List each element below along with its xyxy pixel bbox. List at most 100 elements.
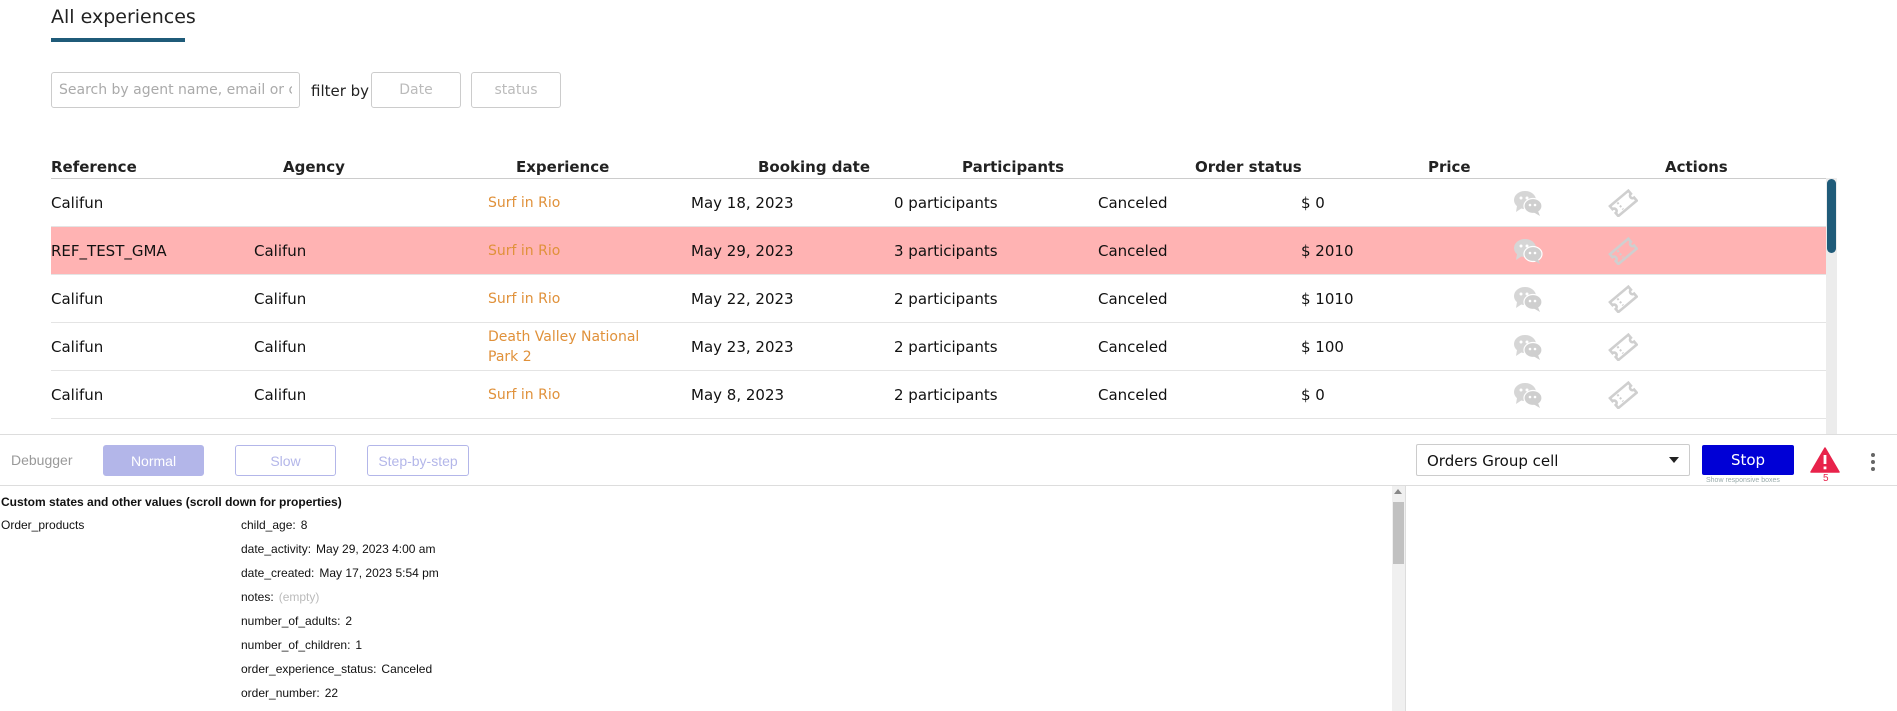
table-row[interactable]: REF_TEST_GMA Califun Surf in Rio May 29,… <box>51 227 1827 275</box>
property-row: number_of_adults: 2 <box>241 614 352 628</box>
step-by-step-button[interactable]: Step-by-step <box>367 445 469 476</box>
table-row[interactable]: Califun Califun Surf in Rio May 22, 2023… <box>51 275 1827 323</box>
booking-date-cell: May 18, 2023 <box>691 193 794 212</box>
property-value: 2 <box>345 614 353 628</box>
stop-button[interactable]: Stop <box>1702 445 1794 475</box>
status-filter-button[interactable]: status <box>471 72 561 108</box>
title-underline <box>51 38 185 42</box>
property-row: order_number: 22 <box>241 686 338 700</box>
reference-cell: Califun <box>51 337 104 356</box>
property-row: date_activity: May 29, 2023 4:00 am <box>241 542 435 556</box>
reference-cell: Califun <box>51 193 104 212</box>
participants-cell: 2 participants <box>894 289 998 308</box>
show-responsive-boxes-link[interactable]: Show responsive boxes <box>1706 477 1780 484</box>
agency-cell <box>254 179 454 226</box>
main-app: All experiences filter by Date status Re… <box>0 0 1897 434</box>
slow-mode-button[interactable]: Slow <box>235 445 336 476</box>
warning-icon[interactable] <box>1810 447 1840 473</box>
page-title: All experiences <box>51 6 196 28</box>
column-header-agency[interactable]: Agency <box>283 158 345 176</box>
filter-label: filter by <box>311 82 370 100</box>
column-header-participants[interactable]: Participants <box>962 158 1064 176</box>
chat-bubbles-icon[interactable] <box>1513 333 1543 361</box>
property-key: date_created: <box>241 566 315 580</box>
table-row[interactable]: Califun Califun Surf in Rio May 8, 2023 … <box>51 371 1827 419</box>
property-key: order_experience_status: <box>241 662 377 676</box>
property-key: child_age: <box>241 518 296 532</box>
property-value: 22 <box>324 686 339 700</box>
normal-mode-button[interactable]: Normal <box>103 445 204 476</box>
column-header-reference[interactable]: Reference <box>51 158 137 176</box>
property-key: date_activity: <box>241 542 312 556</box>
debugger-inspector-panel: Custom states and other values (scroll d… <box>0 486 1405 711</box>
experience-link[interactable]: Surf in Rio <box>488 179 648 226</box>
experience-link[interactable]: Surf in Rio <box>488 227 648 274</box>
status-cell: Canceled <box>1098 385 1168 404</box>
chat-bubbles-icon[interactable] <box>1513 237 1543 265</box>
experience-link[interactable]: Surf in Rio <box>488 275 648 322</box>
reference-cell: REF_TEST_GMA <box>51 241 167 260</box>
reference-cell: Califun <box>51 289 104 308</box>
property-row: order_experience_status: Canceled <box>241 662 432 676</box>
experience-link[interactable]: Surf in Rio <box>488 371 648 418</box>
property-row: date_created: May 17, 2023 5:54 pm <box>241 566 439 580</box>
status-cell: Canceled <box>1098 337 1168 356</box>
inspector-group-name: Order_products <box>1 518 85 532</box>
search-input[interactable] <box>51 72 300 108</box>
chevron-down-icon <box>1669 457 1679 463</box>
price-cell: $ 2010 <box>1301 241 1354 260</box>
table-row[interactable]: Califun Califun Death Valley National Pa… <box>51 323 1827 371</box>
chat-bubbles-icon[interactable] <box>1513 285 1543 313</box>
chat-bubbles-icon[interactable] <box>1513 381 1543 409</box>
price-cell: $ 100 <box>1301 337 1344 356</box>
ticket-icon[interactable] <box>1608 285 1638 313</box>
ticket-icon[interactable] <box>1608 333 1638 361</box>
inspector-scrollbar-thumb[interactable] <box>1393 502 1404 564</box>
property-value: Canceled <box>381 662 433 676</box>
agency-cell: Califun <box>254 289 307 308</box>
ticket-icon[interactable] <box>1608 237 1638 265</box>
chat-bubbles-icon[interactable] <box>1513 189 1543 217</box>
table-row[interactable]: Califun Surf in Rio May 18, 2023 0 parti… <box>51 179 1827 227</box>
property-value: 1 <box>355 638 363 652</box>
reference-cell: Califun <box>51 385 104 404</box>
more-vertical-icon[interactable] <box>1866 451 1880 473</box>
property-row: notes: (empty) <box>241 590 319 604</box>
property-key: order_number: <box>241 686 320 700</box>
agency-cell: Califun <box>254 385 307 404</box>
booking-date-cell: May 8, 2023 <box>691 385 785 404</box>
ticket-icon[interactable] <box>1608 189 1638 217</box>
date-filter-button[interactable]: Date <box>371 72 461 108</box>
price-cell: $ 0 <box>1301 385 1325 404</box>
ticket-icon[interactable] <box>1608 381 1638 409</box>
participants-cell: 3 participants <box>894 241 998 260</box>
property-key: number_of_children: <box>241 638 351 652</box>
price-cell: $ 0 <box>1301 193 1325 212</box>
table-scrollbar-thumb[interactable] <box>1827 179 1836 253</box>
property-key: number_of_adults: <box>241 614 341 628</box>
participants-cell: 0 participants <box>894 193 998 212</box>
warning-count: 5 <box>1823 473 1829 484</box>
agency-cell: Califun <box>254 241 307 260</box>
property-value: (empty) <box>278 590 320 604</box>
booking-date-cell: May 22, 2023 <box>691 289 794 308</box>
element-inspector-select[interactable]: Orders Group cell <box>1416 444 1690 476</box>
debugger-toolbar: Debugger Normal Slow Step-by-step Orders… <box>0 434 1897 486</box>
status-cell: Canceled <box>1098 289 1168 308</box>
column-header-price[interactable]: Price <box>1428 158 1471 176</box>
inspector-heading: Custom states and other values (scroll d… <box>1 495 342 509</box>
property-row: child_age: 8 <box>241 518 307 532</box>
column-header-experience[interactable]: Experience <box>516 158 609 176</box>
booking-date-cell: May 29, 2023 <box>691 241 794 260</box>
scroll-up-arrow-icon[interactable] <box>1394 489 1402 494</box>
property-key: notes: <box>241 590 274 604</box>
column-header-actions: Actions <box>1665 158 1728 176</box>
column-header-order-status[interactable]: Order status <box>1195 158 1302 176</box>
property-value: May 29, 2023 4:00 am <box>316 542 436 556</box>
debugger-label: Debugger <box>11 452 73 468</box>
experience-link[interactable]: Death Valley National Park 2 <box>488 323 648 370</box>
column-header-booking-date[interactable]: Booking date <box>758 158 870 176</box>
booking-date-cell: May 23, 2023 <box>691 337 794 356</box>
debugger-side-panel <box>1405 486 1897 711</box>
status-cell: Canceled <box>1098 241 1168 260</box>
